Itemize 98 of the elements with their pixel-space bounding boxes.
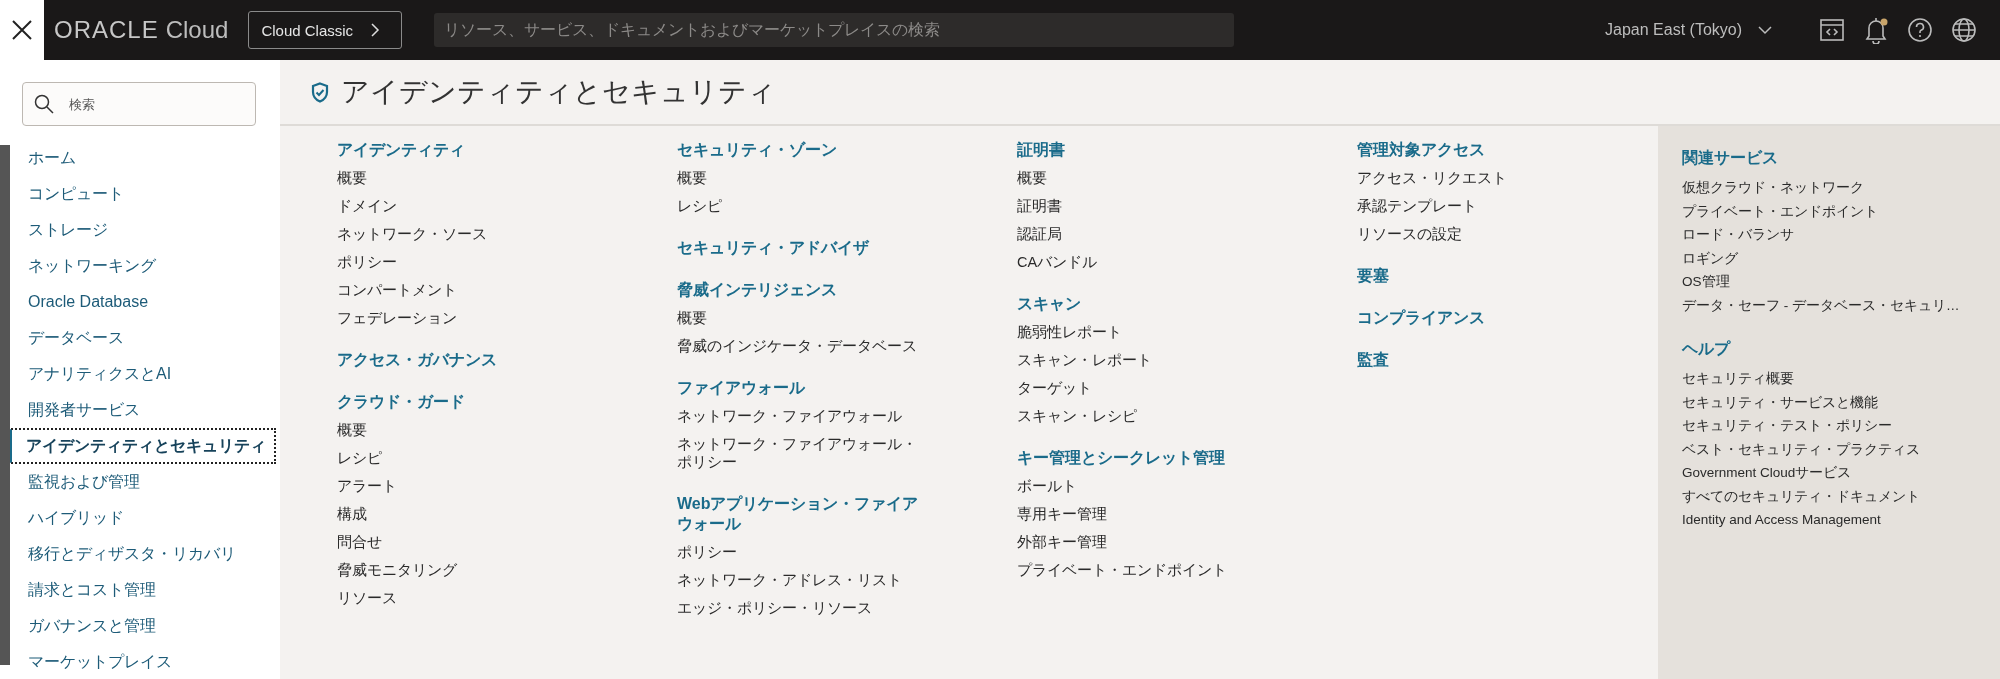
nav-item[interactable]: ハイブリッド xyxy=(8,500,276,536)
menu-link[interactable]: ポリシー xyxy=(677,538,927,566)
nav-item[interactable]: 移行とディザスタ・リカバリ xyxy=(8,536,276,572)
close-icon[interactable] xyxy=(11,19,33,41)
chevron-right-icon xyxy=(370,22,381,38)
menu-link[interactable]: リソース xyxy=(337,584,587,612)
menu-link[interactable]: アクセス・リクエスト xyxy=(1357,164,1607,192)
section-heading-link[interactable]: 証明書 xyxy=(1017,136,1267,164)
menu-link[interactable]: プライベート・エンドポイント xyxy=(1017,556,1267,584)
menu-link[interactable]: 認証局 xyxy=(1017,220,1267,248)
section-heading-link[interactable]: スキャン xyxy=(1017,290,1267,318)
related-link[interactable]: すべてのセキュリティ・ドキュメント xyxy=(1682,484,2000,508)
menu-link[interactable]: 概要 xyxy=(677,164,927,192)
related-link[interactable]: セキュリティ・テスト・ポリシー xyxy=(1682,414,2000,438)
nav-item[interactable]: マーケットプレイス xyxy=(8,644,276,679)
section-heading-link[interactable]: ファイアウォール xyxy=(677,374,927,402)
menu-link[interactable]: 脆弱性レポート xyxy=(1017,318,1267,346)
nav-item[interactable]: ネットワーキング xyxy=(8,248,276,284)
menu-link[interactable]: 承認テンプレート xyxy=(1357,192,1607,220)
region-selector[interactable]: Japan East (Tokyo) xyxy=(1605,21,1782,39)
menu-link[interactable]: ネットワーク・ソース xyxy=(337,220,587,248)
menu-link[interactable]: 概要 xyxy=(337,164,587,192)
menu-link[interactable]: 証明書 xyxy=(1017,192,1267,220)
section-heading-link[interactable]: 監査 xyxy=(1357,346,1607,374)
menu-link[interactable]: 概要 xyxy=(1017,164,1267,192)
section-heading-link[interactable]: Webアプリケーション・ファイアウォール xyxy=(677,490,927,538)
logo-wordmark[interactable]: ORACLE xyxy=(54,16,159,44)
cloud-classic-button[interactable]: Cloud Classic xyxy=(248,11,403,49)
page-title: アイデンティティとセキュリティ xyxy=(341,75,776,109)
nav-item[interactable]: データベース xyxy=(8,320,276,356)
nav-item[interactable]: 監視および管理 xyxy=(8,464,276,500)
menu-link[interactable]: スキャン・レポート xyxy=(1017,346,1267,374)
shield-check-icon xyxy=(311,81,329,103)
section-heading-link[interactable]: セキュリティ・アドバイザ xyxy=(677,234,927,262)
nav-item[interactable]: 開発者サービス xyxy=(8,392,276,428)
menu-link[interactable]: スキャン・レシピ xyxy=(1017,402,1267,430)
related-link[interactable]: ロギング xyxy=(1682,246,2000,270)
nav-item[interactable]: Oracle Database xyxy=(8,284,276,320)
menu-link[interactable]: ドメイン xyxy=(337,192,587,220)
menu-link[interactable]: 概要 xyxy=(337,416,587,444)
menu-link[interactable]: フェデレーション xyxy=(337,304,587,332)
menu-link[interactable]: 外部キー管理 xyxy=(1017,528,1267,556)
section-heading-link[interactable]: コンプライアンス xyxy=(1357,304,1607,332)
related-link[interactable]: OS管理 xyxy=(1682,270,2000,294)
related-link[interactable]: Identity and Access Management xyxy=(1682,508,2000,532)
menu-link[interactable]: ボールト xyxy=(1017,472,1267,500)
section-heading: 関連サービス xyxy=(1682,148,1779,168)
nav-item[interactable]: コンピュート xyxy=(8,176,276,212)
nav-item[interactable]: ガバナンスと管理 xyxy=(8,608,276,644)
help-icon[interactable] xyxy=(1907,17,1933,43)
menu-link[interactable]: CAバンドル xyxy=(1017,248,1267,276)
section-heading-link[interactable]: セキュリティ・ゾーン xyxy=(677,136,927,164)
section-heading: ヘルプ xyxy=(1682,339,1732,359)
related-link[interactable]: Government Cloudサービス xyxy=(1682,461,2000,485)
menu-link[interactable]: リソースの設定 xyxy=(1357,220,1607,248)
menu-link[interactable]: 構成 xyxy=(337,500,587,528)
related-link[interactable]: データ・セーフ - データベース・セキュリ… xyxy=(1682,293,2000,317)
menu-link[interactable]: ネットワーク・アドレス・リスト xyxy=(677,566,927,594)
menu-link[interactable]: 専用キー管理 xyxy=(1017,500,1267,528)
nav-item[interactable]: アナリティクスとAI xyxy=(8,356,276,392)
menu-link[interactable]: ターゲット xyxy=(1017,374,1267,402)
section-heading-link[interactable]: 脅威インテリジェンス xyxy=(677,276,927,304)
menu-link[interactable]: 脅威のインジケータ・データベース xyxy=(677,332,927,360)
section-heading-link[interactable]: アクセス・ガバナンス xyxy=(337,346,587,374)
search-field[interactable]: リソース、サービス、ドキュメントおよびマーケットプレイスの検索 xyxy=(434,13,1235,47)
menu-link[interactable]: コンパートメント xyxy=(337,276,587,304)
search-icon xyxy=(34,94,54,114)
logo-product-name: Cloud xyxy=(165,16,229,44)
nav-item[interactable]: アイデンティティとセキュリティ xyxy=(8,428,276,464)
menu-link[interactable]: レシピ xyxy=(337,444,587,472)
related-link[interactable]: セキュリティ概要 xyxy=(1682,367,2000,391)
search-field[interactable]: 検索 xyxy=(22,82,256,126)
related-link[interactable]: プライベート・エンドポイント xyxy=(1682,199,2000,223)
nav-item[interactable]: ホーム xyxy=(8,140,276,176)
related-link[interactable]: セキュリティ・サービスと機能 xyxy=(1682,390,2000,414)
menu-link[interactable]: ポリシー xyxy=(337,248,587,276)
chevron-down-icon xyxy=(1757,25,1773,35)
globe-icon[interactable] xyxy=(1951,17,1977,43)
nav-item[interactable]: 請求とコスト管理 xyxy=(8,572,276,608)
bell-icon[interactable] xyxy=(1863,16,1889,44)
menu-link[interactable]: ネットワーク・ファイアウォール・ポリシー xyxy=(677,430,927,476)
related-link[interactable]: ベスト・セキュリティ・プラクティス xyxy=(1682,437,2000,461)
menu-link[interactable]: 概要 xyxy=(677,304,927,332)
section-heading-link[interactable]: クラウド・ガード xyxy=(337,388,587,416)
nav-item[interactable]: ストレージ xyxy=(8,212,276,248)
menu-link[interactable]: 問合せ xyxy=(337,528,587,556)
section-heading-link[interactable]: キー管理とシークレット管理 xyxy=(1017,444,1267,472)
section-heading-link[interactable]: 要塞 xyxy=(1357,262,1607,290)
menu-link[interactable]: レシピ xyxy=(677,192,927,220)
menu-link[interactable]: ネットワーク・ファイアウォール xyxy=(677,402,927,430)
related-link[interactable]: ロード・バランサ xyxy=(1682,223,2000,247)
menu-link[interactable]: エッジ・ポリシー・リソース xyxy=(677,594,927,622)
menu-link[interactable]: 脅威モニタリング xyxy=(337,556,587,584)
code-window-icon[interactable] xyxy=(1819,17,1845,43)
section-heading-link[interactable]: アイデンティティ xyxy=(337,136,587,164)
menu-link[interactable]: アラート xyxy=(337,472,587,500)
related-link[interactable]: 仮想クラウド・ネットワーク xyxy=(1682,176,2000,200)
section-heading-link[interactable]: 管理対象アクセス xyxy=(1357,136,1607,164)
